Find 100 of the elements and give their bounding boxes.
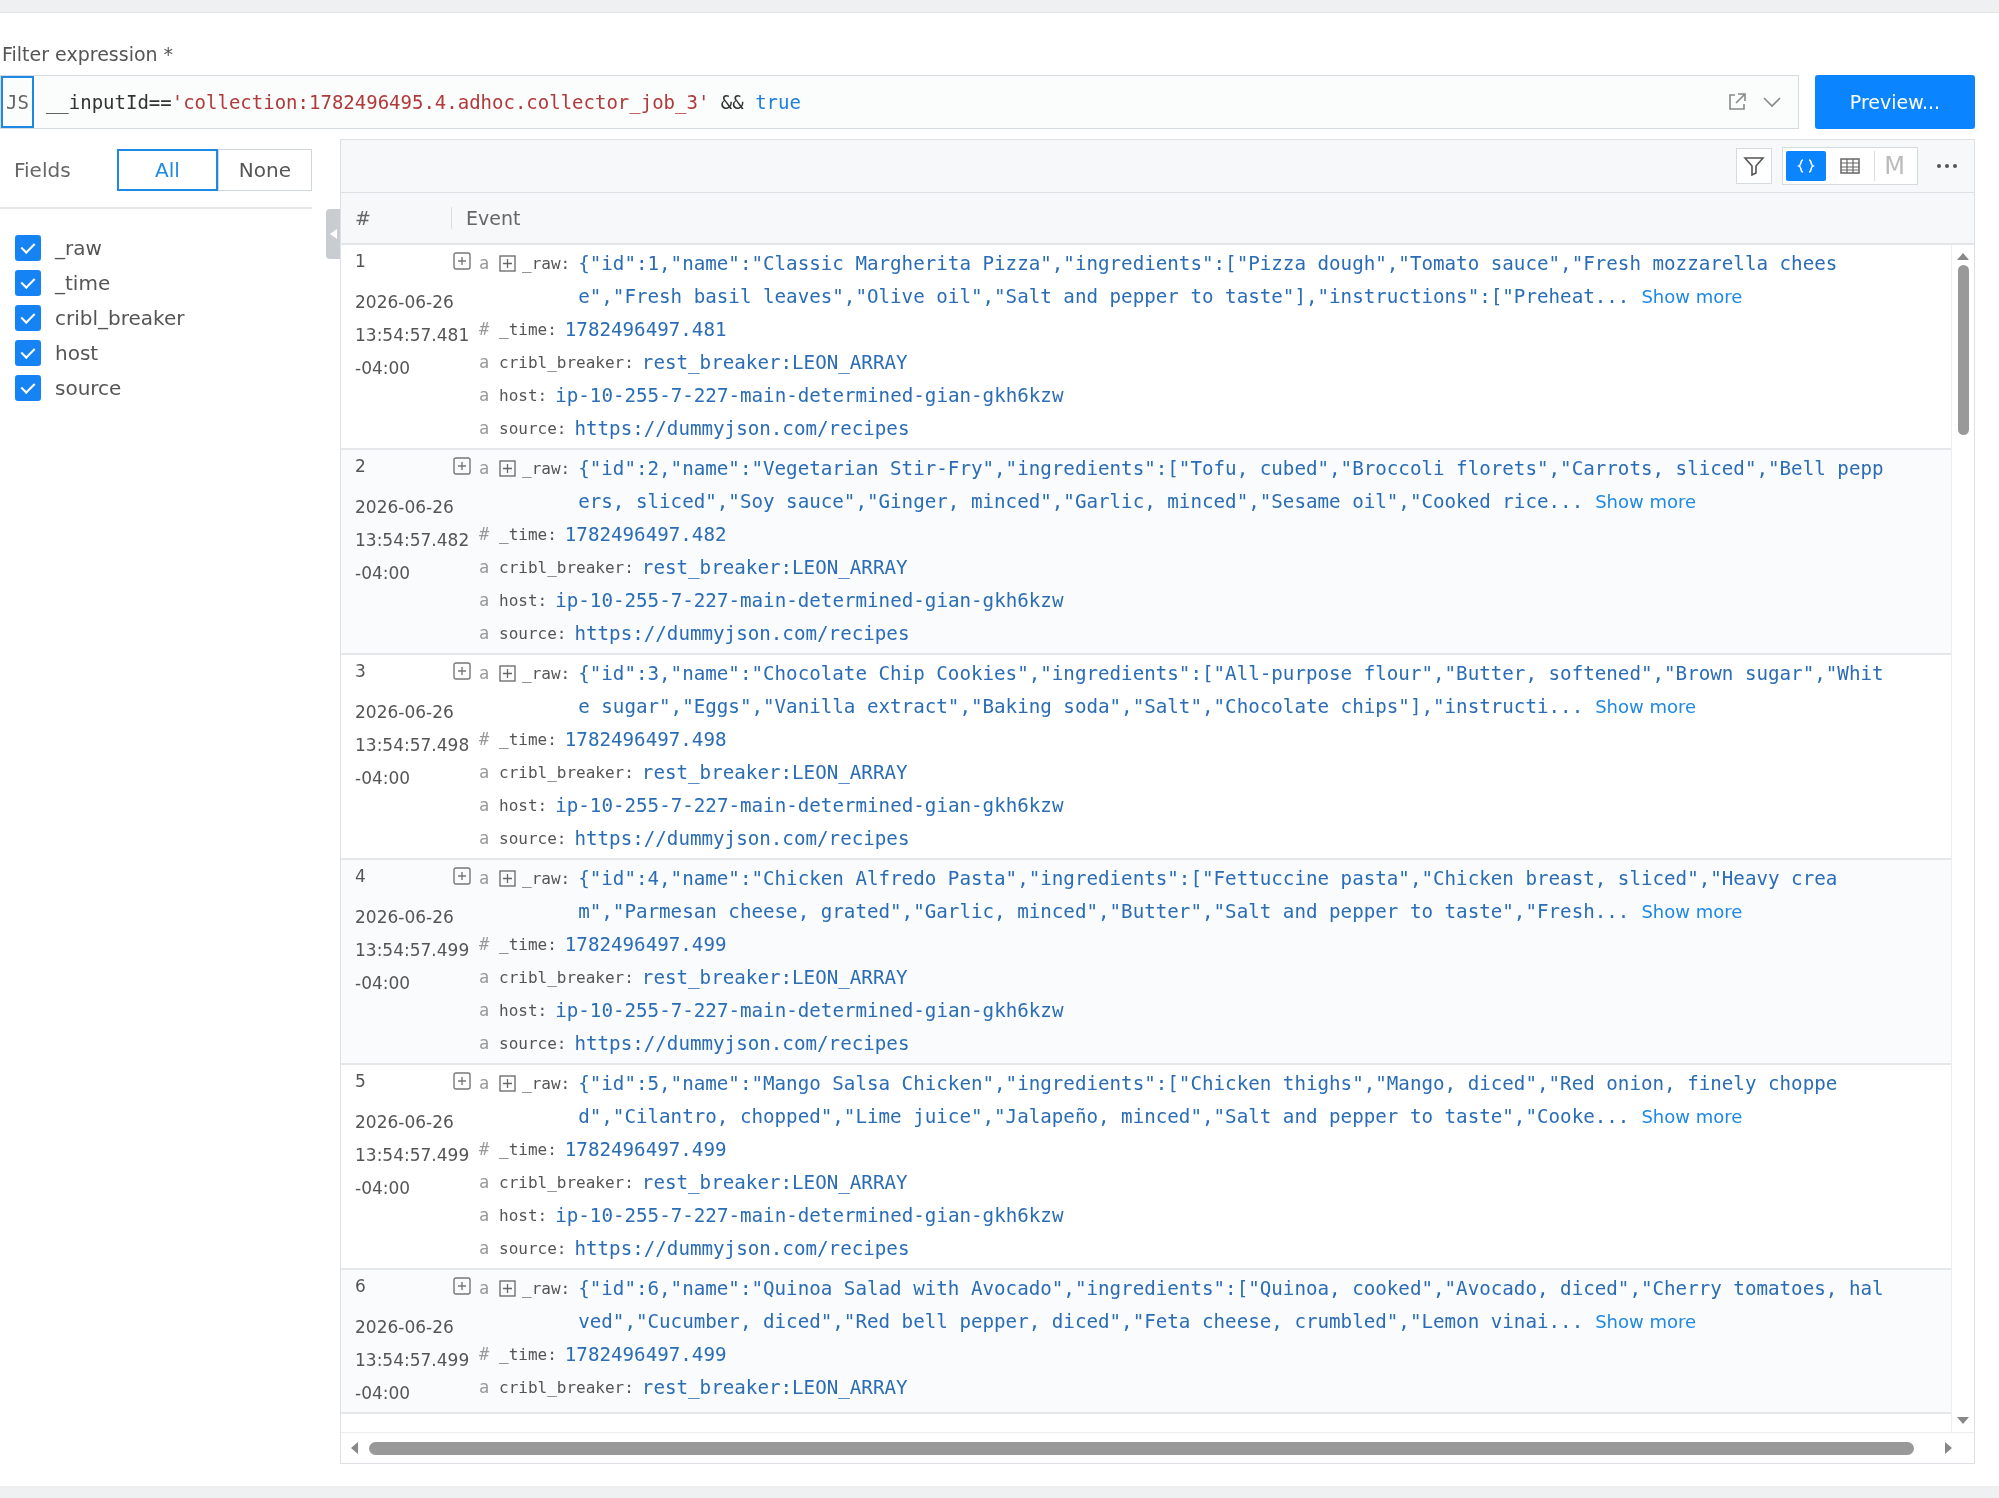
event-timezone: -04:00 — [355, 971, 412, 995]
field-key: host: — [499, 1206, 548, 1225]
expand-icon[interactable] — [453, 1277, 471, 1295]
field-key: cribl_breaker: — [499, 1173, 634, 1192]
field-value: https://dummyjson.com/recipes — [574, 1032, 910, 1055]
field-toggle-tab[interactable]: None — [217, 149, 312, 191]
type-marker: a — [479, 999, 491, 1022]
field-value: 1782496497.482 — [564, 523, 727, 546]
field-value: rest_breaker:LEON_ARRAY — [641, 1376, 908, 1399]
field-value: https://dummyjson.com/recipes — [574, 417, 910, 440]
scroll-thumb[interactable] — [1957, 265, 1969, 435]
field-key: host: — [499, 386, 548, 405]
field-value: ip-10-255-7-227-main-determined-gian-gkh6kzw — [555, 999, 1064, 1022]
expand-icon[interactable] — [499, 870, 516, 887]
expand-icon[interactable] — [499, 1280, 516, 1297]
field-value: 1782496497.499 — [564, 1343, 727, 1366]
field-value: rest_breaker:LEON_ARRAY — [641, 761, 908, 784]
field-key: _time: — [499, 730, 557, 749]
event-timezone: -04:00 — [355, 356, 412, 380]
field-key: _raw: — [522, 459, 571, 478]
show-more-link[interactable]: Show more — [1595, 696, 1697, 717]
event-time: 13:54:57.482 — [355, 528, 471, 552]
language-badge: JS — [1, 76, 34, 128]
scroll-left-icon[interactable] — [349, 1441, 359, 1455]
column-header: Event — [465, 207, 521, 229]
field-value: ip-10-255-7-227-main-determined-gian-gkh6kzw — [555, 589, 1064, 612]
field-value: https://dummyjson.com/recipes — [574, 827, 910, 850]
type-marker: a — [479, 662, 491, 685]
type-marker: a — [479, 794, 491, 817]
field-checkbox[interactable] — [15, 304, 41, 331]
field-value: ip-10-255-7-227-main-determined-gian-gkh6kzw — [555, 384, 1064, 407]
raw-value: e","Fresh basil leaves","Olive oil","Salt and pepper to taste"],"instructions":["Preheat... — [578, 285, 1630, 308]
raw-value: ers, sliced","Soy sauce","Ginger, minced","Garlic, minced","Sesame oil","Cooked rice... — [578, 490, 1584, 513]
field-key: _raw: — [522, 869, 571, 888]
raw-value: {"id":2,"name":"Vegetarian Stir-Fry","ingredients":["Tofu, cubed","Broccoli florets","Carrots, sliced","Bell pepp — [578, 456, 1884, 482]
chevron-down-icon[interactable] — [1762, 96, 1782, 108]
field-key: _time: — [499, 1345, 557, 1364]
show-more-link[interactable]: Show more — [1595, 1311, 1697, 1332]
field-value: https://dummyjson.com/recipes — [574, 622, 910, 645]
event-date: 2026-06-26 — [355, 700, 455, 724]
field-value: ip-10-255-7-227-main-determined-gian-gkh6kzw — [555, 794, 1064, 817]
raw-value: m","Parmesan cheese, grated","Garlic, minced","Butter","Salt and pepper to taste","Fresh... — [578, 900, 1630, 923]
scroll-right-icon[interactable] — [1944, 1441, 1954, 1455]
field-key: source: — [499, 1034, 567, 1053]
field-value: https://dummyjson.com/recipes — [574, 1237, 910, 1260]
field-checkbox[interactable] — [15, 269, 41, 296]
show-more-link[interactable]: Show more — [1641, 1106, 1743, 1127]
preview-button[interactable]: Preview... — [1815, 75, 1975, 129]
expand-icon[interactable] — [453, 867, 471, 885]
event-number: 5 — [355, 1071, 366, 1091]
show-more-link[interactable]: Show more — [1641, 286, 1743, 307]
expand-icon[interactable] — [499, 460, 516, 477]
field-checkbox[interactable] — [15, 339, 41, 366]
expand-icon[interactable] — [453, 252, 471, 270]
show-more-link[interactable]: Show more — [1641, 901, 1743, 922]
type-marker: a — [479, 589, 491, 612]
field-name: _time — [55, 270, 111, 295]
event-timezone: -04:00 — [355, 1176, 412, 1200]
field-value: rest_breaker:LEON_ARRAY — [641, 1171, 908, 1194]
field-name: cribl_breaker — [55, 305, 185, 330]
type-marker: a — [479, 556, 491, 579]
scroll-up-icon[interactable] — [1956, 251, 1970, 261]
event-timezone: -04:00 — [355, 561, 412, 585]
event-date: 2026-06-26 — [355, 495, 455, 519]
field-name: host — [55, 340, 99, 365]
event-date: 2026-06-26 — [355, 905, 455, 929]
expand-icon[interactable] — [453, 1072, 471, 1090]
field-key: _time: — [499, 1140, 557, 1159]
field-name: _raw — [55, 235, 102, 260]
field-value: 1782496497.499 — [564, 1138, 727, 1161]
type-marker: a — [479, 1237, 491, 1260]
type-marker: a — [479, 867, 491, 890]
field-checkbox[interactable] — [15, 374, 41, 401]
expand-icon[interactable] — [499, 665, 516, 682]
type-marker: a — [479, 966, 491, 989]
expand-icon[interactable] — [499, 1075, 516, 1092]
expand-icon[interactable] — [453, 662, 471, 680]
type-marker: # — [479, 523, 491, 546]
field-key: source: — [499, 829, 567, 848]
scroll-thumb[interactable] — [369, 1441, 1914, 1455]
type-marker: a — [479, 1277, 491, 1300]
filter-expression-field[interactable]: JS __inputId=='collection:1782496495.4.adhoc.collector_job_3' && true — [0, 75, 1799, 129]
field-toggle-tab[interactable]: All — [117, 149, 218, 191]
type-marker: # — [479, 1138, 491, 1161]
field-checkbox[interactable] — [15, 234, 41, 261]
collapse-handle[interactable] — [326, 209, 340, 259]
field-value: rest_breaker:LEON_ARRAY — [641, 556, 908, 579]
type-marker: a — [479, 827, 491, 850]
expand-icon[interactable] — [499, 255, 516, 272]
external-link-icon[interactable] — [1726, 91, 1748, 113]
expand-icon[interactable] — [453, 457, 471, 475]
show-more-link[interactable]: Show more — [1595, 491, 1697, 512]
filter-icon[interactable] — [1736, 148, 1772, 184]
more-icon[interactable] — [1936, 163, 1958, 169]
field-key: _time: — [499, 320, 557, 339]
field-value: rest_breaker:LEON_ARRAY — [641, 966, 908, 989]
filter-expression: __inputId=='collection:1782496495.4.adhoc.collector_job_3' && true — [45, 91, 802, 113]
json-view-icon[interactable] — [1786, 151, 1826, 181]
scroll-down-icon[interactable] — [1956, 1416, 1970, 1426]
type-marker: a — [479, 1072, 491, 1095]
